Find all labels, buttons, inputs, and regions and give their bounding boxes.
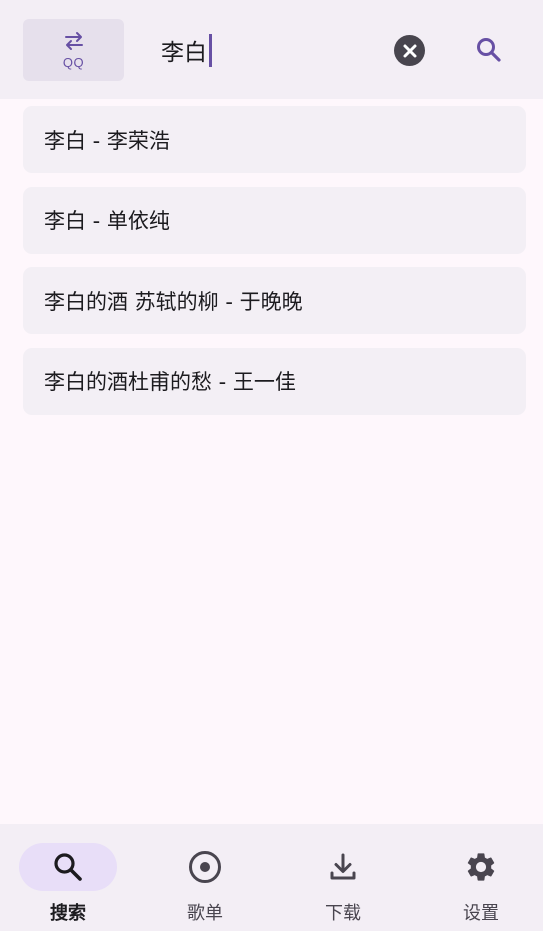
nav-label: 歌单 [187, 903, 223, 924]
suggestion-item[interactable]: 李白的酒杜甫的愁 - 王一佳 [23, 347, 526, 415]
nav-item-playlist[interactable]: 歌单 [137, 824, 273, 931]
suggestion-item[interactable]: 李白 - 单依纯 [23, 186, 526, 254]
search-button[interactable] [472, 33, 506, 67]
nav-item-settings[interactable]: 设置 [413, 824, 543, 931]
bottom-navigation: 搜索 歌单 下载 设置 [0, 824, 543, 931]
search-input-value: 李白 [161, 40, 207, 66]
search-bar: QQ 李白 [0, 0, 543, 99]
search-icon [477, 38, 501, 62]
disc-icon [189, 851, 221, 883]
text-caret [209, 33, 212, 67]
nav-label: 搜索 [50, 903, 86, 924]
nav-item-search[interactable]: 搜索 [0, 824, 136, 931]
search-icon [54, 853, 82, 881]
clear-button[interactable] [394, 35, 425, 66]
clear-circle-icon [403, 44, 416, 57]
nav-item-download[interactable]: 下载 [275, 824, 411, 931]
suggestion-item[interactable]: 李白 - 李荣浩 [23, 106, 526, 173]
nav-label: 设置 [463, 903, 499, 924]
nav-indicator [294, 843, 392, 891]
gear-icon [467, 853, 495, 881]
source-label: QQ [62, 55, 85, 70]
download-icon [330, 853, 356, 880]
suggestion-list: 李白 - 李荣浩 李白 - 单依纯 李白的酒 苏轼的柳 - 于晚晚 李白的酒杜甫… [23, 106, 526, 428]
suggestion-text: 李白 - 单依纯 [44, 209, 170, 233]
nav-indicator [19, 843, 117, 891]
app-root: QQ 李白 李白 - 李荣浩 李白 - 单依纯 李白的酒 苏轼的柳 - 于晚晚 [0, 0, 543, 931]
suggestion-text: 李白的酒 苏轼的柳 - 于晚晚 [44, 289, 303, 314]
nav-label: 下载 [325, 903, 361, 924]
nav-indicator [432, 843, 530, 891]
nav-indicator [156, 843, 254, 891]
swap-arrows-icon [64, 32, 83, 50]
suggestion-text: 李白 - 李荣浩 [44, 128, 170, 153]
suggestion-item[interactable]: 李白的酒 苏轼的柳 - 于晚晚 [23, 267, 526, 334]
search-input[interactable]: 李白 [161, 30, 212, 70]
suggestion-text: 李白的酒杜甫的愁 - 王一佳 [44, 370, 296, 394]
source-switch-button[interactable]: QQ [23, 19, 124, 81]
